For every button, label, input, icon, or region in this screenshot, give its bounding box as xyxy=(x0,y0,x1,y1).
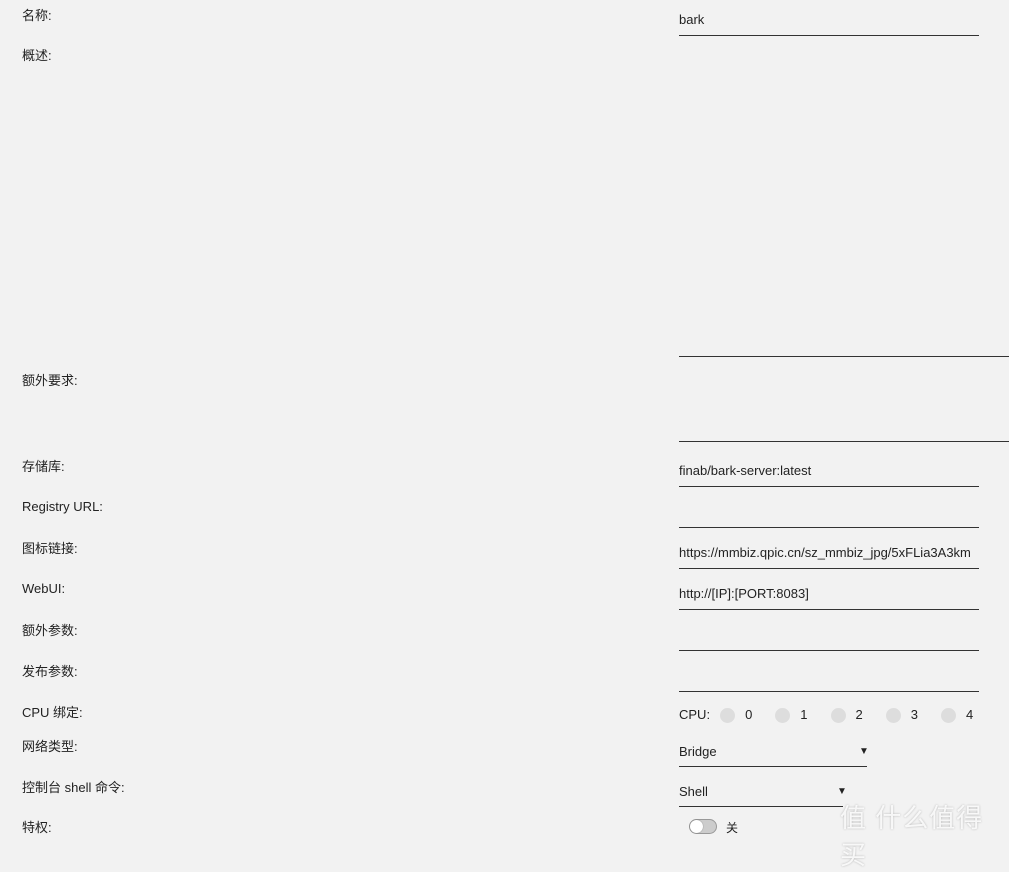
repo-underline xyxy=(679,486,979,487)
cpu-option-0[interactable]: 0 xyxy=(720,707,752,723)
cpu-option-label: 0 xyxy=(745,707,753,722)
privileged-state: 关 xyxy=(726,821,739,835)
radio-icon[interactable] xyxy=(830,707,846,723)
label-console-shell: 控制台 shell 命令: xyxy=(22,780,125,795)
cpu-option-label: 4 xyxy=(966,707,974,722)
webui-underline xyxy=(679,609,979,610)
label-webui: WebUI: xyxy=(22,581,66,596)
network-type-select[interactable]: Bridge xyxy=(679,744,867,760)
icon-link-input[interactable]: https://mmbiz.qpic.cn/sz_mmbiz_jpg/5xFLi… xyxy=(679,545,979,561)
extra-req-underline xyxy=(679,441,1009,442)
cpu-option-4[interactable]: 4 xyxy=(941,707,973,723)
radio-icon[interactable] xyxy=(720,707,736,723)
repo-input[interactable]: finab/bark-server:latest xyxy=(679,463,979,479)
cpu-label: CPU: xyxy=(679,707,711,722)
extra-req-textarea[interactable] xyxy=(679,365,1009,435)
label-name: 名称: xyxy=(22,8,52,23)
console-shell-underline xyxy=(679,806,843,807)
description-underline xyxy=(679,356,1009,357)
chevron-down-icon: ▼ xyxy=(837,786,847,797)
cpu-option-2[interactable]: 2 xyxy=(830,707,863,723)
label-extra-params: 额外参数: xyxy=(22,623,78,638)
console-shell-select[interactable]: Shell xyxy=(679,784,843,800)
cpu-option-label: 1 xyxy=(800,707,808,722)
extra-params-underline xyxy=(679,650,979,651)
webui-input[interactable]: http://[IP]:[PORT:8083] xyxy=(679,586,979,602)
label-registry: Registry URL: xyxy=(22,499,103,514)
cpu-option-label: 2 xyxy=(855,707,863,722)
radio-icon[interactable] xyxy=(885,707,901,723)
label-cpu-bind: CPU 绑定: xyxy=(22,705,83,720)
cpu-option-1[interactable]: 1 xyxy=(775,707,808,723)
label-description: 概述: xyxy=(22,48,52,63)
network-type-underline xyxy=(679,766,867,767)
radio-icon[interactable] xyxy=(775,707,791,723)
description-textarea[interactable] xyxy=(679,45,1009,345)
publish-params-underline xyxy=(679,691,979,692)
label-icon-link: 图标链接: xyxy=(22,541,78,556)
icon-link-underline xyxy=(679,568,979,569)
label-repo: 存储库: xyxy=(22,459,65,474)
cpu-option-label: 3 xyxy=(910,707,918,722)
name-input-underline xyxy=(679,35,979,36)
label-publish-params: 发布参数: xyxy=(22,664,78,679)
name-input[interactable]: bark xyxy=(679,12,979,28)
label-extra-req: 额外要求: xyxy=(22,373,78,388)
radio-icon[interactable] xyxy=(941,707,956,723)
cpu-option-3[interactable]: 3 xyxy=(885,707,918,723)
registry-underline xyxy=(679,527,979,528)
watermark-logo: 值 什么值得买 xyxy=(840,803,984,870)
label-privileged: 特权: xyxy=(22,820,52,835)
label-network-type: 网络类型: xyxy=(22,739,78,754)
toggle-knob xyxy=(690,820,703,833)
privileged-toggle[interactable] xyxy=(689,819,717,834)
cpu-selector: CPU: 0 1 2 3 4 xyxy=(679,707,996,723)
chevron-down-icon: ▼ xyxy=(859,746,869,757)
